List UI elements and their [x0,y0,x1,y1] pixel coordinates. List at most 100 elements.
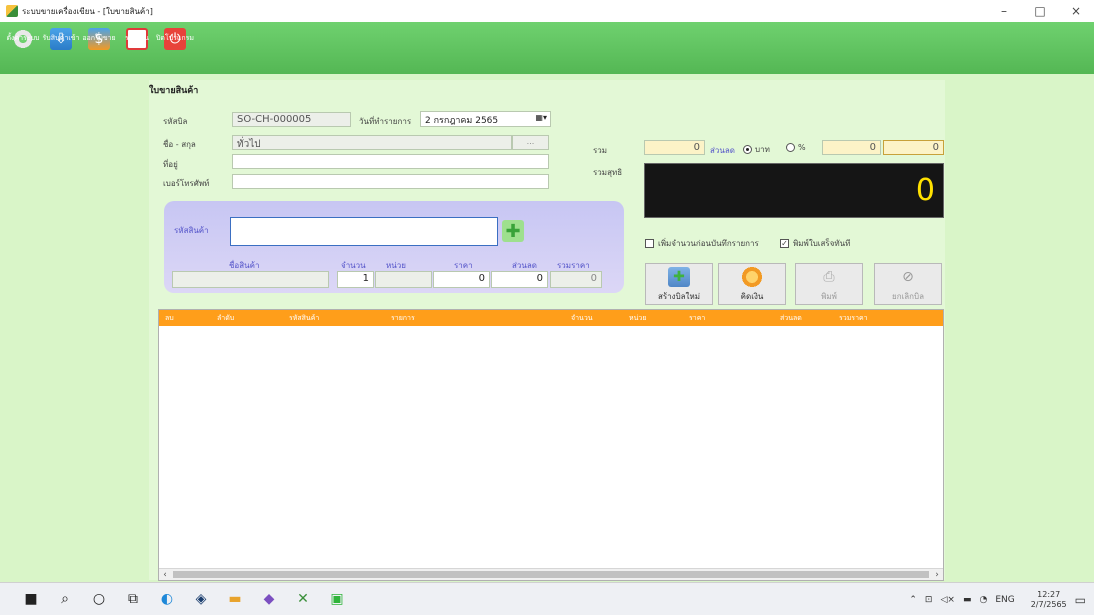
wifi-icon[interactable]: ◔ [979,595,987,605]
notification-icon[interactable]: ▭ [1075,593,1086,607]
search-icon[interactable]: ⌕ [48,588,82,610]
horizontal-scrollbar[interactable]: ‹ › [159,568,943,580]
toolbar-sales-invoice[interactable]: $ ออกใบขาย [80,22,118,74]
scroll-thumb[interactable] [173,571,929,578]
clock[interactable]: 12:27 2/7/2565 [1023,590,1067,610]
window-title: ระบบขายเครื่องเขียน - [ใบขายสินค้า] [22,6,153,16]
toolbar-label: ออกใบขาย [82,34,116,42]
print-button[interactable]: ⎙ พิมพ์ [795,263,863,305]
window-controls: – □ × [986,0,1094,22]
network-icon[interactable]: ⊡ [925,595,933,605]
edge-browser-icon[interactable]: ◐ [150,588,184,610]
discount-percent-field[interactable]: 0 [822,140,881,155]
taskbar-apps: ■ ⌕ ○ ⧉ ◐ ◈ ▬ ◆ ✕ ▣ [14,588,354,610]
toolbar-label: ตั้งค่าระบบ [6,34,40,42]
language-indicator[interactable]: ENG [995,595,1014,605]
print-label: พิมพ์ [821,292,837,301]
order-items-grid[interactable]: ลบ ลำดับ รหัสสินค้า รายการ จำนวน หน่วย ร… [158,309,944,581]
radio-unselected-icon [786,143,795,152]
print-receipt-checkbox-label: พิมพ์ใบเสร็จทันที [793,239,851,248]
checkbox-checked-icon: ✓ [780,239,789,248]
stationery-app-icon[interactable]: ✕ [286,588,320,610]
file-explorer-icon[interactable]: ▬ [218,588,252,610]
discount-percent-radio[interactable]: % [786,143,806,152]
toolbar-label: รับสินค้าเข้า [42,34,80,42]
phone-field[interactable] [232,174,549,189]
customer-field: ทั่วไป [232,135,512,150]
address-field[interactable] [232,154,549,169]
pay-label: คิดเงิน [740,292,764,301]
main-area: ใบขายสินค้า รหัสบิล SO-CH-000005 วันที่ท… [0,74,1094,582]
discount-baht-radio[interactable]: บาท [743,143,770,156]
cancel-bill-label: ยกเลิกบิล [892,292,924,301]
add-product-button[interactable]: ✚ [502,220,524,242]
toolbar-receive-goods[interactable]: ⇩ รับสินค้าเข้า [42,22,80,74]
maximize-button[interactable]: □ [1022,0,1058,22]
system-tray: ⌃ ⊡ ◁× ▬ ◔ ENG 12:27 2/7/2565 ▭ [901,583,1086,615]
toolbar-settings[interactable]: ตั้งค่าระบบ [4,22,42,74]
coin-icon [741,267,763,287]
title-bar: ระบบขายเครื่องเขียน - [ใบขายสินค้า] – □ … [0,0,1094,22]
address-label: ที่อยู่ [163,160,178,169]
store-icon[interactable]: ◈ [184,588,218,610]
toolbar-label: ปิดโปรแกรม [155,34,195,42]
col-item[interactable]: รายการ [391,313,415,324]
col-delete[interactable]: ลบ [165,313,174,324]
net-total-display: 0 [644,163,944,218]
volume-icon[interactable]: ◁× [940,595,954,605]
toolbar-label: รายงาน [125,34,149,42]
minimize-button[interactable]: – [986,0,1022,22]
cancel-bill-button[interactable]: ⊘ ยกเลิกบิล [874,263,942,305]
task-view-icon[interactable]: ⧉ [116,588,150,610]
total-label: รวม [593,146,608,155]
new-bill-label: สร้างบิลใหม่ [657,292,700,301]
product-code-input[interactable] [230,217,498,246]
new-bill-button[interactable]: ✚ สร้างบิลใหม่ [645,263,713,305]
col-total[interactable]: รวมราคา [839,313,868,324]
date-picker[interactable]: 2 กรกฎาคม 2565 ▦▾ [420,111,551,127]
close-button[interactable]: × [1058,0,1094,22]
date-label: วันที่ทำรายการ [359,117,412,126]
windows-start-icon[interactable]: ■ [14,588,48,610]
main-toolbar: ตั้งค่าระบบ ⇩ รับสินค้าเข้า $ ออกใบขาย ร… [0,22,1094,74]
item-discount-field[interactable]: 0 [491,271,548,288]
toolbar-exit[interactable]: ⏻ ปิดโปรแกรม [156,22,194,74]
phone-label: เบอร์โทรศัพท์ [163,179,210,188]
line-chat-icon[interactable]: ▣ [320,588,354,610]
new-bill-icon: ✚ [668,267,690,287]
pay-button[interactable]: คิดเงิน [718,263,786,305]
col-unit[interactable]: หน่วย [629,313,646,324]
cortana-icon[interactable]: ○ [82,588,116,610]
show-hidden-icons-icon[interactable]: ⌃ [909,595,917,605]
checkbox-unchecked-icon [645,239,654,248]
cancel-icon: ⊘ [902,269,914,285]
col-seq[interactable]: ลำดับ [217,313,234,324]
plus-icon: ✚ [505,220,521,242]
col-discount[interactable]: ส่วนลด [780,313,802,324]
customer-label: ชื่อ - สกุล [163,140,196,149]
col-price[interactable]: ราคา [689,313,705,324]
discount-baht-label: บาท [755,145,770,154]
product-name-field [172,271,329,288]
col-product-code[interactable]: รหัสสินค้า [289,313,319,324]
customer-search-button[interactable]: ... [512,135,549,150]
taskbar: ■ ⌕ ○ ⧉ ◐ ◈ ▬ ◆ ✕ ▣ ⌃ ⊡ ◁× ▬ ◔ ENG 12:27… [0,582,1094,615]
radio-selected-icon [743,145,752,154]
grid-header: ลบ ลำดับ รหัสสินค้า รายการ จำนวน หน่วย ร… [159,310,943,326]
qty-field[interactable]: 1 [337,271,374,288]
toolbar-report[interactable]: รายงาน [118,22,156,74]
calendar-dropdown-icon[interactable]: ▦▾ [535,113,547,122]
scroll-right-icon[interactable]: › [931,569,943,581]
product-code-label: รหัสสินค้า [174,226,209,235]
col-qty[interactable]: จำนวน [571,313,593,324]
add-qty-checkbox[interactable]: เพิ่มจำนวนก่อนบันทึกรายการ [645,237,759,250]
visual-studio-icon[interactable]: ◆ [252,588,286,610]
discount-percent-label: % [798,143,806,152]
price-field[interactable]: 0 [433,271,490,288]
print-receipt-checkbox[interactable]: ✓ พิมพ์ใบเสร็จทันที [780,237,850,250]
discount-value-field[interactable]: 0 [883,140,944,155]
clock-date: 2/7/2565 [1030,599,1067,609]
battery-icon[interactable]: ▬ [963,595,972,605]
scroll-left-icon[interactable]: ‹ [159,569,171,581]
date-value: 2 กรกฎาคม 2565 [425,116,499,126]
